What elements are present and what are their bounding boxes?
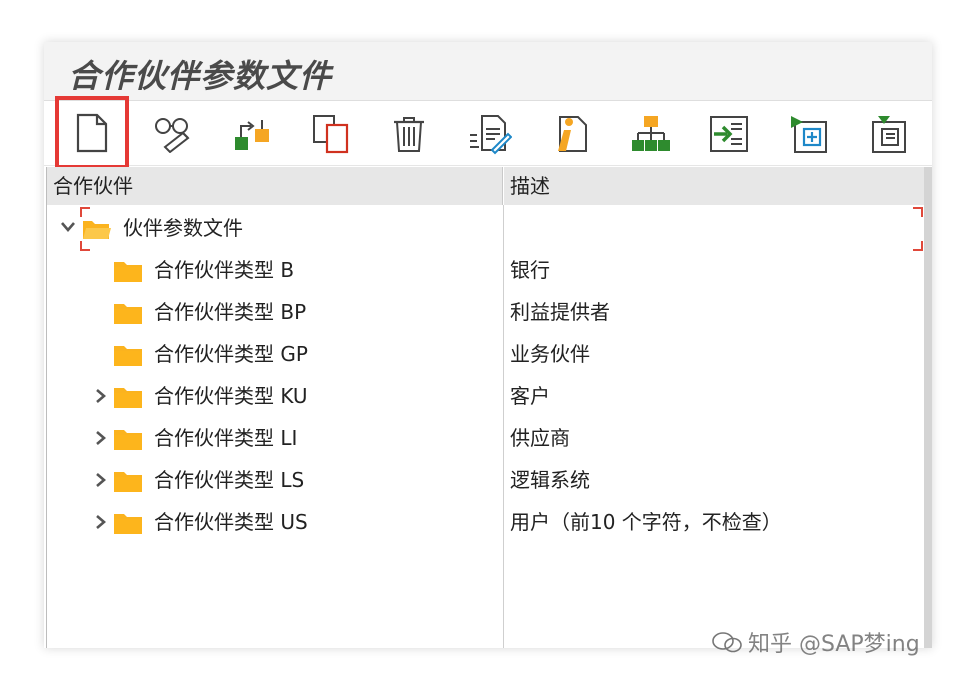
partner-type-label: 合作伙伴类型 LI xyxy=(154,426,298,450)
change-hierarchy-button[interactable] xyxy=(225,109,279,159)
expand-all-icon xyxy=(791,116,827,153)
edit-document-icon xyxy=(470,115,512,155)
collapse-all-icon xyxy=(872,116,906,153)
info-document-icon xyxy=(558,116,587,152)
focus-corner xyxy=(913,207,923,217)
chevron-right-icon[interactable] xyxy=(92,472,108,488)
info-button[interactable] xyxy=(544,109,598,159)
partner-type-label: 合作伙伴类型 GP xyxy=(154,342,308,366)
table-row[interactable]: 合作伙伴类型 BP 利益提供者 xyxy=(47,291,925,333)
partner-type-desc: 客户 xyxy=(510,384,550,408)
delete-trash-icon xyxy=(394,117,424,152)
structure-button[interactable] xyxy=(624,109,678,159)
partner-type-desc: 银行 xyxy=(510,258,550,282)
new-button[interactable] xyxy=(55,96,129,169)
folder-icon xyxy=(114,472,142,492)
table-row[interactable]: 合作伙伴类型 LS 逻辑系统 xyxy=(47,459,925,501)
partner-type-desc: 供应商 xyxy=(510,426,570,450)
table-row[interactable]: 合作伙伴类型 GP 业务伙伴 xyxy=(47,333,925,375)
folder-icon xyxy=(114,388,142,408)
watermark: 知乎 @SAP梦ing xyxy=(712,626,920,658)
transfer-icon xyxy=(710,116,748,152)
partner-type-label: 合作伙伴类型 LS xyxy=(154,468,305,492)
partner-type-label: 合作伙伴类型 B xyxy=(154,258,295,282)
collapse-all-button[interactable] xyxy=(861,109,915,159)
tree-root-label: 伙伴参数文件 xyxy=(123,216,243,240)
copy-button[interactable] xyxy=(304,109,358,159)
table-row[interactable]: 合作伙伴类型 US 用户（前10 个字符，不检查） xyxy=(47,501,925,543)
focus-corner xyxy=(80,207,90,217)
table-row[interactable]: 合作伙伴类型 KU 客户 xyxy=(47,375,925,417)
expand-all-button[interactable] xyxy=(782,109,836,159)
delete-button[interactable] xyxy=(382,109,436,159)
transfer-button[interactable] xyxy=(702,109,756,159)
display-button[interactable] xyxy=(146,109,200,159)
new-document-icon xyxy=(76,113,108,152)
column-header-partner[interactable]: 合作伙伴 xyxy=(47,167,503,205)
toolbar xyxy=(44,96,932,169)
chat-bubble-icon xyxy=(712,632,742,653)
partner-type-label: 合作伙伴类型 KU xyxy=(154,384,308,408)
chevron-down-icon[interactable] xyxy=(60,219,76,235)
vertical-scrollbar[interactable] xyxy=(924,167,932,648)
folder-icon xyxy=(114,514,142,534)
folder-icon xyxy=(114,430,142,450)
folder-icon xyxy=(114,346,142,366)
chevron-right-icon[interactable] xyxy=(92,514,108,530)
partner-type-label: 合作伙伴类型 BP xyxy=(154,300,307,324)
partner-type-desc: 逻辑系统 xyxy=(510,468,590,492)
column-header-description[interactable]: 描述 xyxy=(504,167,925,205)
copy-icon xyxy=(313,115,349,154)
tree-root-row[interactable]: 伙伴参数文件 xyxy=(47,207,925,251)
table-row[interactable]: 合作伙伴类型 B 银行 xyxy=(47,249,925,291)
chevron-right-icon[interactable] xyxy=(92,430,108,446)
partner-type-label: 合作伙伴类型 US xyxy=(154,510,308,534)
partner-type-desc: 利益提供者 xyxy=(510,300,610,324)
open-folder-icon xyxy=(83,221,111,239)
watermark-text: 知乎 @SAP梦ing xyxy=(748,632,920,657)
title-bar: 合作伙伴参数文件 xyxy=(44,42,932,101)
org-structure-icon xyxy=(632,116,670,151)
page-title: 合作伙伴参数文件 xyxy=(68,57,333,95)
partner-profile-window: 合作伙伴参数文件 合作伙伴 描述 伙伴参数文件 合作伙伴类型 B 银行 合作伙伴… xyxy=(44,42,932,648)
folder-icon xyxy=(114,262,142,282)
table-row[interactable]: 合作伙伴类型 LI 供应商 xyxy=(47,417,925,459)
partner-type-desc: 业务伙伴 xyxy=(510,342,590,366)
partner-type-desc: 用户（前10 个字符，不检查） xyxy=(510,510,782,534)
hierarchy-change-icon xyxy=(235,120,269,150)
chevron-right-icon[interactable] xyxy=(92,388,108,404)
folder-icon xyxy=(114,304,142,324)
edit-details-button[interactable] xyxy=(463,109,517,159)
display-glasses-icon xyxy=(155,118,190,153)
partner-tree-table: 合作伙伴 描述 伙伴参数文件 合作伙伴类型 B 银行 合作伙伴类型 BP 利益提供者合… xyxy=(46,167,925,648)
